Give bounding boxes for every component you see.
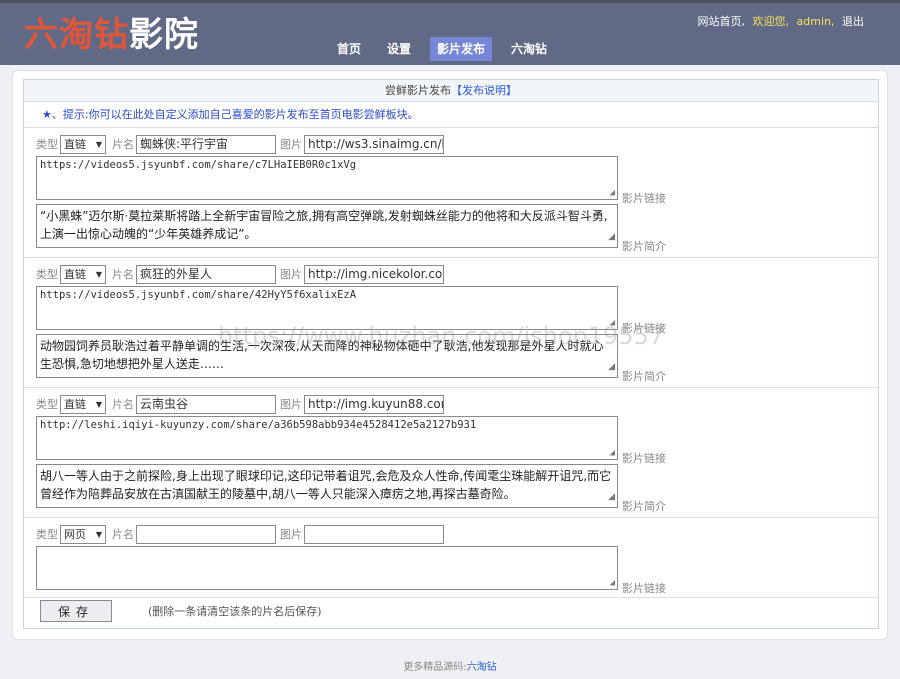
main-nav: 首页 设置 影片发布 六淘钻 [330, 37, 566, 61]
welcome-text: 欢迎您, [752, 15, 790, 28]
resize-grip-icon[interactable]: ◢ [608, 358, 615, 376]
dropdown-arrow-icon: ▼ [95, 399, 102, 409]
pic-label: 图片 [280, 268, 302, 281]
username: admin, [796, 15, 835, 28]
name-label: 片名 [112, 268, 134, 281]
publish-panel: 尝鲜影片发布【发布说明】 ★、提示:你可以在此处自定义添加自己喜爱的影片发布至首… [23, 79, 879, 629]
name-label: 片名 [112, 528, 134, 541]
pic-input[interactable]: http://img.nicekolor.co [304, 264, 444, 284]
name-label: 片名 [112, 398, 134, 411]
intro-label: 影片简介 [622, 370, 666, 383]
type-label: 类型 [36, 268, 58, 281]
link-label: 影片链接 [622, 452, 666, 465]
nav-settings[interactable]: 设置 [380, 37, 418, 61]
name-input[interactable]: 云南虫谷 [136, 394, 276, 414]
type-select[interactable]: 网页 ▼ [60, 524, 106, 544]
intro-label: 影片简介 [622, 240, 666, 253]
type-label: 类型 [36, 398, 58, 411]
intro-textarea[interactable]: 动物园饲养员耿浩过着平静单调的生活,一次深夜,从天而降的神秘物体砸中了耿浩,他发… [36, 334, 618, 378]
page-footer: 更多精品源码:六淘钻 [403, 662, 497, 673]
top-links: 网站首页, 欢迎您, admin, 退出 [694, 13, 864, 29]
link-label: 影片链接 [622, 322, 666, 335]
save-row: 保存 (删除一条请清空该条的片名后保存) [40, 600, 322, 622]
type-select[interactable]: 直链 ▼ [60, 394, 106, 414]
nav-liutaozuan[interactable]: 六淘钻 [504, 37, 554, 61]
panel-title: 尝鲜影片发布【发布说明】 [24, 80, 878, 102]
dropdown-arrow-icon: ▼ [95, 269, 102, 279]
name-label: 片名 [112, 138, 134, 151]
link-label: 影片链接 [622, 192, 666, 205]
pic-input[interactable]: http://ws3.sinaimg.cn/l [304, 134, 444, 154]
intro-textarea[interactable]: 胡八一等人由于之前探险,身上出现了眼球印记,这印记带着诅咒,会危及众人性命,传闻… [36, 464, 618, 508]
nav-home[interactable]: 首页 [330, 37, 368, 61]
pic-input[interactable]: http://img.kuyun88.cor [304, 394, 444, 414]
save-note: (删除一条请清空该条的片名后保存) [148, 605, 322, 618]
resize-grip-icon[interactable]: ◢ [610, 188, 615, 198]
type-select[interactable]: 直链 ▼ [60, 134, 106, 154]
pic-label: 图片 [280, 398, 302, 411]
intro-label: 影片简介 [622, 500, 666, 513]
dropdown-arrow-icon: ▼ [95, 139, 102, 149]
nav-publish[interactable]: 影片发布 [430, 37, 493, 61]
new-movie-entry: 类型 网页 ▼ 片名 图片 ◢ 影片链接 [24, 518, 878, 598]
pic-label: 图片 [280, 138, 302, 151]
site-logo[interactable]: 六淘钻影院 [24, 15, 199, 55]
type-label: 类型 [36, 138, 58, 151]
type-label: 类型 [36, 528, 58, 541]
name-input[interactable]: 疯狂的外星人 [136, 264, 276, 284]
save-button[interactable]: 保存 [40, 600, 112, 622]
resize-grip-icon[interactable]: ◢ [608, 228, 615, 246]
site-home-link[interactable]: 网站首页, [698, 15, 746, 28]
resize-grip-icon[interactable]: ◢ [608, 488, 615, 506]
footer-link[interactable]: 六淘钻 [467, 662, 497, 673]
name-input[interactable] [136, 524, 276, 544]
link-textarea[interactable]: https://videos5.jsyunbf.com/share/c7LHaI… [36, 156, 618, 200]
logout-link[interactable]: 退出 [842, 15, 864, 28]
link-textarea[interactable]: https://videos5.jsyunbf.com/share/42HyY5… [36, 286, 618, 330]
type-select[interactable]: 直链 ▼ [60, 264, 106, 284]
content-card: 尝鲜影片发布【发布说明】 ★、提示:你可以在此处自定义添加自己喜爱的影片发布至首… [12, 70, 888, 640]
resize-grip-icon[interactable]: ◢ [610, 318, 615, 328]
intro-textarea[interactable]: “小黑蛛”迈尔斯·莫拉莱斯将踏上全新宇宙冒险之旅,拥有高空弹跳,发射蜘蛛丝能力的… [36, 204, 618, 248]
resize-grip-icon[interactable]: ◢ [610, 578, 615, 588]
movie-entry: 类型 直链 ▼ 片名 云南虫谷 图片 http://img.kuyun88.cor… [24, 388, 878, 518]
link-label: 影片链接 [622, 582, 666, 595]
header: 六淘钻影院 首页 设置 影片发布 六淘钻 网站首页, 欢迎您, admin, 退… [0, 3, 900, 65]
link-textarea[interactable]: ◢ [36, 546, 618, 590]
pic-input[interactable] [304, 524, 444, 544]
movie-entry: 类型 直链 ▼ 片名 蜘蛛侠:平行宇宙 图片 http://ws3.sinaimg… [24, 128, 878, 258]
tip-text: ★、提示:你可以在此处自定义添加自己喜爱的影片发布至首页电影尝鲜板块。 [24, 102, 878, 128]
pic-label: 图片 [280, 528, 302, 541]
resize-grip-icon[interactable]: ◢ [610, 448, 615, 458]
link-textarea[interactable]: http://leshi.iqiyi-kuyunzy.com/share/a36… [36, 416, 618, 460]
help-link[interactable]: 【发布说明】 [451, 84, 517, 97]
name-input[interactable]: 蜘蛛侠:平行宇宙 [136, 134, 276, 154]
dropdown-arrow-icon: ▼ [95, 529, 102, 539]
movie-entry: 类型 直链 ▼ 片名 疯狂的外星人 图片 http://img.nicekolor… [24, 258, 878, 388]
